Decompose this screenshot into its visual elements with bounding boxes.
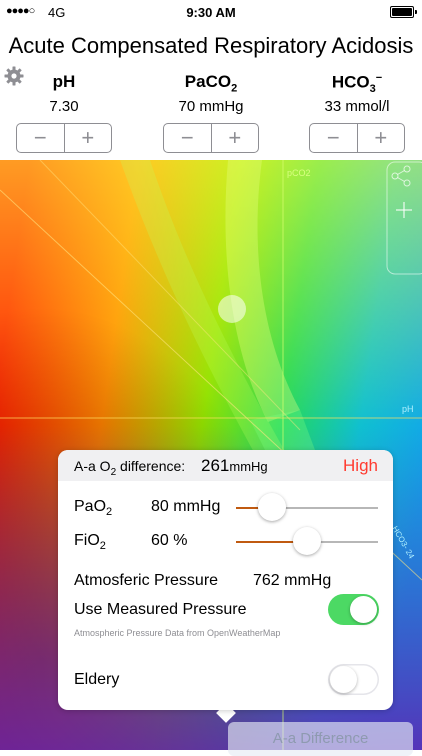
elderly-label: Eldery — [74, 671, 120, 688]
paco2-decrement-button[interactable]: − — [164, 124, 212, 152]
paco2-value: 70 mmHg — [178, 98, 244, 115]
fio2-label: FiO2 — [74, 532, 106, 553]
elderly-toggle[interactable] — [328, 664, 379, 695]
pao2-slider-thumb[interactable] — [258, 493, 286, 521]
measured-pressure-toggle-knob — [350, 596, 377, 623]
ph-axis-label: pH — [402, 404, 414, 414]
elderly-toggle-knob — [330, 666, 357, 693]
ph-decrement-button[interactable]: − — [17, 124, 65, 152]
paco2-increment-button[interactable]: + — [212, 124, 259, 152]
measured-pressure-toggle[interactable] — [328, 594, 379, 625]
hco3-increment-button[interactable]: + — [358, 124, 405, 152]
status-bar: ●●●●○ 4G 9:30 AM — [0, 0, 422, 24]
paco2-stepper[interactable]: − + — [163, 123, 259, 153]
hco3-decrement-button[interactable]: − — [310, 124, 358, 152]
aa-difference-tab[interactable]: A-a Difference — [228, 722, 413, 756]
aa-difference-card: A-a O2 difference: 261mmHg High PaO2 80 … — [58, 450, 393, 710]
clock: 9:30 AM — [186, 5, 236, 20]
hco3-stepper[interactable]: − + — [309, 123, 405, 153]
patient-state-marker[interactable] — [218, 295, 246, 323]
fio2-value: 60 % — [151, 532, 188, 549]
fio2-slider[interactable] — [236, 527, 378, 555]
card-header: A-a O2 difference: 261mmHg High — [58, 450, 393, 481]
aa-difference-value: 261mmHg — [201, 456, 268, 475]
pao2-slider[interactable] — [236, 493, 378, 521]
pao2-label: PaO2 — [74, 498, 113, 519]
pco2-axis-label: pCO2 — [287, 168, 311, 178]
battery-icon — [390, 6, 417, 18]
hco3-label: HCO3− — [331, 72, 383, 96]
measured-pressure-label: Use Measured Pressure — [74, 601, 247, 618]
ph-value: 7.30 — [49, 98, 79, 115]
page-title: Acute Compensated Respiratory Acidosis — [8, 33, 414, 58]
pressure-source-note: Atmospheric Pressure Data from OpenWeath… — [74, 628, 281, 638]
aa-difference-label: A-a O2 difference: — [74, 458, 186, 478]
fio2-slider-thumb[interactable] — [293, 527, 321, 555]
hco3-value: 33 mmol/l — [324, 98, 390, 115]
ph-label: pH — [52, 72, 76, 91]
paco2-param: PaCO2 70 mmHg — [163, 72, 259, 115]
paco2-label: PaCO2 — [184, 72, 238, 95]
pressure-label: Atmosferic Pressure — [74, 572, 219, 589]
aa-difference-status: High — [343, 456, 378, 475]
pressure-value: 762 mmHg — [253, 572, 332, 589]
hco3-param: HCO3− 33 mmol/l — [309, 72, 405, 115]
ph-param: pH 7.30 — [16, 72, 112, 115]
pao2-value: 80 mmHg — [151, 498, 221, 515]
ph-increment-button[interactable]: + — [65, 124, 112, 152]
ph-stepper[interactable]: − + — [16, 123, 112, 153]
